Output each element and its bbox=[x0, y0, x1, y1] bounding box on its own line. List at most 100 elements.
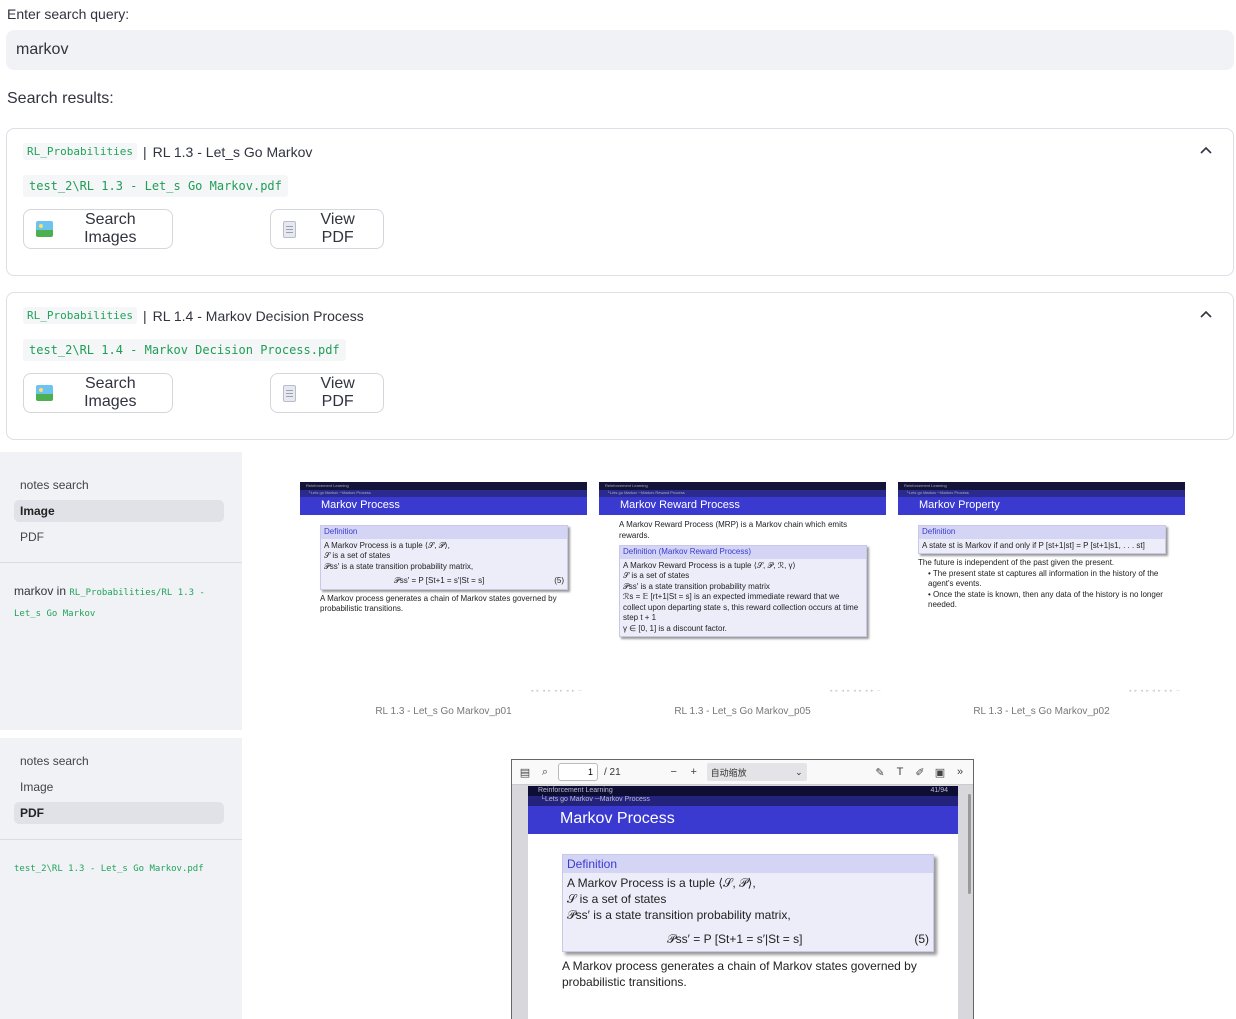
divider bbox=[0, 839, 242, 840]
slide-header: Reinforcement Learning bbox=[300, 482, 587, 490]
view-pdf-label: View PDF bbox=[320, 375, 355, 410]
highlight-icon[interactable]: ✎ bbox=[873, 765, 887, 779]
eq-number: (5) bbox=[554, 576, 564, 585]
def-line: 𝒮 is a set of states bbox=[623, 571, 690, 580]
slide-subheader: └Lets go Markov ─Markov Process bbox=[898, 490, 1185, 497]
slide-body: A Markov Reward Process (MRP) is a Marko… bbox=[599, 515, 886, 647]
slide-subheader: └Lets go Markov ─Markov Reward Process bbox=[599, 490, 886, 497]
text-icon[interactable]: T bbox=[893, 765, 907, 779]
match-info: markov in RL_Probabilities/RL 1.3 - Let_… bbox=[14, 582, 214, 624]
picture-icon bbox=[36, 221, 53, 237]
search-images-label: Search Images bbox=[84, 375, 137, 410]
def-head: Definition bbox=[321, 526, 567, 539]
search-images-button[interactable]: Search Images bbox=[23, 209, 173, 249]
sidebar-pdf: notes search Image PDF test_2\RL 1.3 - L… bbox=[0, 738, 242, 1019]
nav-image[interactable]: Image bbox=[14, 776, 224, 798]
pdf-page: Reinforcement Learning 41/94 └Lets go Mar… bbox=[528, 786, 958, 1019]
draw-icon[interactable]: ✐ bbox=[913, 765, 927, 779]
pdf-viewer: ▤ ⌕ / 21 − + 自动缩放 ⌄ ✎ T ✐ ▣ » Reinforcem… bbox=[511, 759, 974, 1019]
result-header[interactable]: RL_Probabilities | RL 1.3 - Let_s Go Mar… bbox=[23, 143, 312, 160]
def-line: A Markov Process is a tuple ⟨𝒮, 𝒫⟩, bbox=[567, 876, 756, 890]
result-title: RL 1.4 - Markov Decision Process bbox=[152, 307, 364, 324]
separator: | bbox=[142, 143, 147, 160]
pdf-path: test_2\RL 1.3 - Let_s Go Markov.pdf bbox=[14, 864, 204, 874]
search-icon[interactable]: ⌕ bbox=[538, 765, 552, 779]
page-total: / 21 bbox=[604, 766, 621, 778]
def-line: 𝒮 is a set of states bbox=[567, 892, 667, 906]
formula: 𝒫ss′ = P [St+1 = s′|St = s] bbox=[667, 932, 803, 946]
formula: 𝒫ss′ = P [St+1 = s′|St = s] bbox=[394, 576, 485, 585]
eq-number: (5) bbox=[914, 932, 929, 946]
pdf-toolbar: ▤ ⌕ / 21 − + 自动缩放 ⌄ ✎ T ✐ ▣ » bbox=[512, 760, 973, 785]
slide-caption: RL 1.3 - Let_s Go Markov_p02 bbox=[973, 706, 1110, 717]
result-card: RL_Probabilities | RL 1.4 - Markov Decis… bbox=[6, 292, 1234, 440]
slide-subheader: └Lets go Markov ─Markov Process bbox=[300, 490, 587, 497]
pdf-body: Definition A Markov Process is a tuple ⟨… bbox=[528, 834, 958, 1010]
scrollbar[interactable] bbox=[968, 794, 971, 894]
result-title: RL 1.3 - Let_s Go Markov bbox=[152, 143, 313, 160]
result-path: test_2\RL 1.3 - Let_s Go Markov.pdf bbox=[23, 175, 288, 197]
view-pdf-button[interactable]: View PDF bbox=[270, 373, 384, 413]
nav-notes-search[interactable]: notes search bbox=[14, 474, 224, 496]
more-tools-icon[interactable]: » bbox=[953, 765, 967, 779]
search-label: Enter search query: bbox=[7, 6, 130, 22]
def-line: 𝒮 is a set of states bbox=[324, 551, 391, 560]
results-label: Search results: bbox=[7, 90, 114, 107]
result-tag: RL_Probabilities bbox=[23, 307, 137, 324]
def-line: A Markov Reward Process is a tuple ⟨𝒮, 𝒫… bbox=[623, 560, 796, 570]
def-head: Definition (Markov Reward Process) bbox=[620, 546, 866, 559]
def-line: 𝒫ss′ is a state transition probability m… bbox=[567, 908, 791, 922]
pdf-title: Markov Process bbox=[528, 806, 958, 834]
slide-thumbnail[interactable]: Reinforcement Learning └Lets go Markov ─… bbox=[599, 482, 886, 696]
result-header[interactable]: RL_Probabilities | RL 1.4 - Markov Decis… bbox=[23, 307, 364, 324]
nav-pdf[interactable]: PDF bbox=[14, 526, 224, 548]
search-images-button[interactable]: Search Images bbox=[23, 373, 173, 413]
match-prefix: markov in bbox=[14, 584, 67, 598]
image-icon[interactable]: ▣ bbox=[933, 765, 947, 779]
chevron-down-icon: ⌄ bbox=[795, 766, 803, 777]
search-input[interactable] bbox=[6, 30, 1234, 70]
chevron-up-icon[interactable] bbox=[1199, 143, 1213, 157]
zoom-value: 自动缩放 bbox=[710, 767, 747, 778]
slide-title: Markov Property bbox=[898, 497, 1185, 515]
separator: | bbox=[142, 307, 147, 324]
pdf-subheader: └Lets go Markov ─Markov Process bbox=[528, 796, 958, 806]
slide-title: Markov Reward Process bbox=[599, 497, 886, 515]
slide-caption: RL 1.3 - Let_s Go Markov_p05 bbox=[674, 706, 811, 717]
slide-header: Reinforcement Learning bbox=[898, 482, 1185, 490]
slide-caption: RL 1.3 - Let_s Go Markov_p01 bbox=[375, 706, 512, 717]
slide-header: Reinforcement Learning bbox=[599, 482, 886, 490]
zoom-in-icon[interactable]: + bbox=[687, 765, 701, 779]
result-tag: RL_Probabilities bbox=[23, 143, 137, 160]
zoom-select[interactable]: 自动缩放 ⌄ bbox=[706, 763, 807, 781]
slide-body: Definition A state st is Markov if and o… bbox=[898, 515, 1185, 617]
view-pdf-button[interactable]: View PDF bbox=[270, 209, 384, 249]
def-line: A Markov Process is a tuple ⟨𝒮, 𝒫⟩, bbox=[324, 540, 450, 550]
slide-nav-icons: ◂ ▸ ◂ ▸ ◂ ▸ ◂ ▸ ∽ bbox=[1128, 688, 1181, 694]
def-line: 𝒫ss′ is a state transition probability m… bbox=[324, 561, 474, 571]
result-card: RL_Probabilities | RL 1.3 - Let_s Go Mar… bbox=[6, 128, 1234, 276]
slide-title: Markov Process bbox=[300, 497, 587, 515]
pdf-header: Reinforcement Learning 41/94 bbox=[528, 786, 958, 796]
slide-thumbnail[interactable]: Reinforcement Learning └Lets go Markov ─… bbox=[300, 482, 587, 696]
slide-nav-icons: ◂ ▸ ◂ ▸ ◂ ▸ ◂ ▸ ∽ bbox=[829, 688, 882, 694]
nav-image[interactable]: Image bbox=[14, 500, 224, 522]
pdf-text: A Markov process generates a chain of Ma… bbox=[562, 959, 917, 989]
def-line: 𝒫ss′ is a state transition probability m… bbox=[623, 581, 770, 591]
nav-notes-search[interactable]: notes search bbox=[14, 750, 224, 772]
sidebar-toggle-icon[interactable]: ▤ bbox=[518, 765, 532, 779]
divider bbox=[0, 562, 242, 563]
chevron-up-icon[interactable] bbox=[1199, 307, 1213, 321]
nav-pdf[interactable]: PDF bbox=[14, 802, 224, 824]
view-pdf-label: View PDF bbox=[320, 211, 355, 246]
zoom-out-icon[interactable]: − bbox=[667, 765, 681, 779]
result-path: test_2\RL 1.4 - Markov Decision Process.… bbox=[23, 339, 346, 361]
slide-thumbnail[interactable]: Reinforcement Learning └Lets go Markov ─… bbox=[898, 482, 1185, 696]
def-head: Definition bbox=[563, 855, 933, 873]
slide-text: A Markov process generates a chain of Ma… bbox=[320, 593, 557, 614]
picture-icon bbox=[36, 385, 53, 401]
page-number-input[interactable] bbox=[558, 763, 598, 781]
bullet: Once the state is known, then any data o… bbox=[928, 589, 1163, 610]
sidebar-image: notes search Image PDF markov in RL_Prob… bbox=[0, 452, 242, 730]
def-head: Definition bbox=[919, 526, 1165, 539]
